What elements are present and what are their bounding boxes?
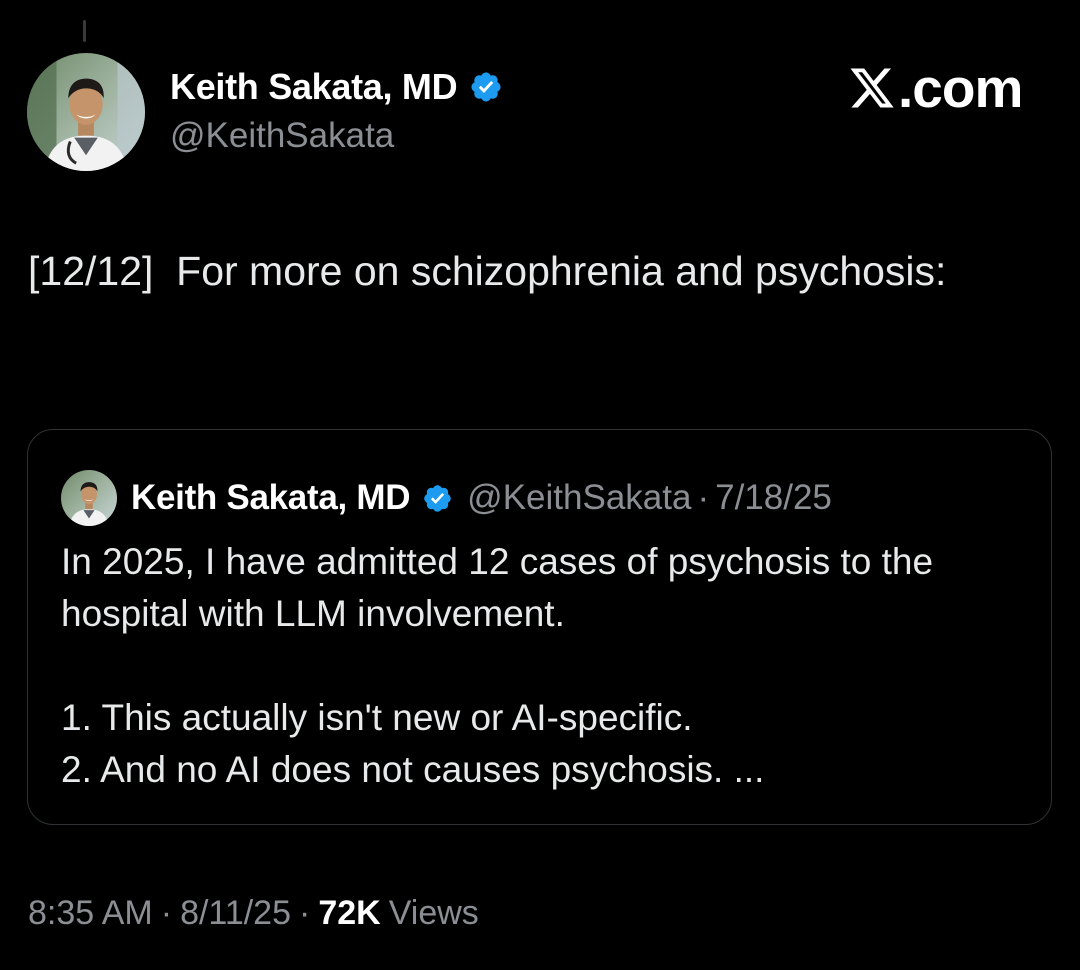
post-metadata: 8:35 AM · 8/11/25 · 72K Views xyxy=(28,894,479,933)
views-count: 72K xyxy=(318,894,381,932)
author-name[interactable]: Keith Sakata, MD xyxy=(170,66,503,108)
quoted-list-item: 2. And no AI does not causes psychosis. … xyxy=(61,749,765,790)
views-label: Views xyxy=(388,894,479,932)
profile-photo-icon xyxy=(27,53,145,171)
x-logo-icon xyxy=(848,64,896,112)
site-watermark: .com xyxy=(848,56,1023,120)
dot-separator: · xyxy=(299,894,311,932)
quoted-paragraph: In 2025, I have admitted 12 cases of psy… xyxy=(61,541,934,634)
thread-connector-line xyxy=(83,20,86,42)
quoted-author-handle: @KeithSakata xyxy=(467,478,692,517)
post-text: [12/12] For more on schizophrenia and ps… xyxy=(28,248,947,294)
quoted-post-date: 7/18/25 xyxy=(715,478,832,517)
profile-photo-icon xyxy=(61,470,117,526)
verified-badge-icon xyxy=(422,483,453,514)
quoted-post-header: Keith Sakata, MD @KeithSakata · 7/18/25 xyxy=(61,470,832,526)
quoted-author-avatar xyxy=(61,470,117,526)
dot-separator: · xyxy=(697,478,710,517)
author-handle[interactable]: @KeithSakata xyxy=(170,116,394,156)
post-screenshot: Keith Sakata, MD @KeithSakata .com [12/1… xyxy=(0,0,1080,970)
quoted-author-name: Keith Sakata, MD xyxy=(131,478,411,517)
author-avatar[interactable] xyxy=(27,53,145,171)
site-domain-label: .com xyxy=(898,57,1023,119)
quoted-post-card[interactable]: Keith Sakata, MD @KeithSakata · 7/18/25 … xyxy=(27,429,1052,825)
author-name-text[interactable]: Keith Sakata, MD xyxy=(170,66,458,108)
quoted-post-text: In 2025, I have admitted 12 cases of psy… xyxy=(61,536,1021,796)
quoted-list-item: 1. This actually isn't new or AI-specifi… xyxy=(61,697,693,738)
dot-separator: · xyxy=(160,894,173,932)
post-date[interactable]: 8/11/25 xyxy=(180,894,291,933)
post-time[interactable]: 8:35 AM xyxy=(28,894,153,933)
verified-badge-icon xyxy=(469,70,503,104)
